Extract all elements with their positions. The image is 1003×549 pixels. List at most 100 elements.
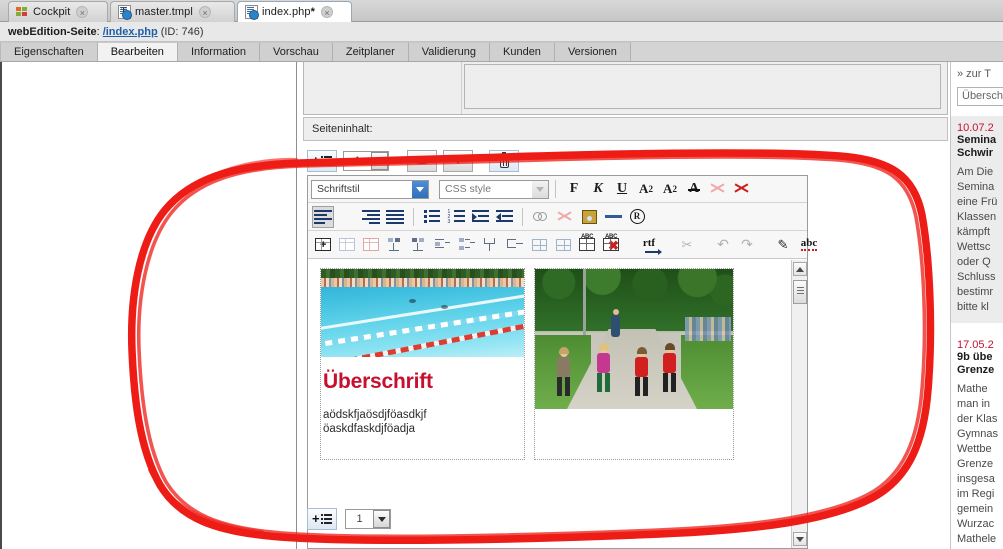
registered-icon: R [629,209,645,224]
chevron-down-icon[interactable] [532,180,548,198]
underline-button[interactable]: U [611,178,633,200]
delete-table-button[interactable]: ABC ✖ [600,234,622,256]
tab-versionen[interactable]: Versionen [554,42,631,61]
table-properties-button[interactable] [336,234,358,256]
tab-eigenschaften[interactable]: Eigenschaften [0,42,98,61]
add-list-icon: + [312,512,332,525]
redo-icon: ↷ [741,236,753,253]
edit-source-button[interactable]: ✎ [772,234,794,256]
chevron-down-icon [796,536,804,542]
tab-validierung[interactable]: Validierung [408,42,490,61]
delete-block-button[interactable] [489,150,519,172]
block-toolbar-top: + 1 [307,147,807,175]
insert-row-above-button[interactable] [384,234,406,256]
toolbar-divider [522,207,523,226]
insert-column-left-button[interactable] [432,234,454,256]
insert-link-button[interactable] [530,206,552,228]
split-cell-button[interactable] [504,234,526,256]
close-icon[interactable]: × [321,6,333,18]
superscript-button[interactable]: A2 [659,178,681,200]
split-cell-icon [507,238,523,251]
editor-vertical-scrollbar[interactable] [791,260,807,548]
tab-vorschau[interactable]: Vorschau [259,42,333,61]
page-path-link[interactable]: /index.php [103,26,158,38]
app-tab-cockpit[interactable]: Cockpit × [8,1,108,22]
special-character-button[interactable]: R [626,206,648,228]
insert-row-below-button[interactable] [408,234,430,256]
block-count-select-bottom[interactable]: 1 [345,509,391,529]
move-block-up-button[interactable] [407,150,437,172]
insert-table-grid-button[interactable] [528,234,550,256]
italic-button[interactable]: K [587,178,609,200]
insert-table-button[interactable]: + [312,234,334,256]
horizontal-rule-button[interactable] [602,206,624,228]
chevron-down-icon[interactable] [412,180,428,198]
app-tab-master-tmpl[interactable]: T master.tmpl × [110,1,235,22]
remove-link-button[interactable] [554,206,576,228]
subscript-digit: 2 [648,184,653,194]
tab-bearbeiten[interactable]: Bearbeiten [97,42,178,61]
scrollbar-thumb[interactable] [793,280,807,304]
font-style-select[interactable]: Schriftstil [311,179,429,199]
editor-cell-right[interactable] [534,268,734,460]
numbered-list-button[interactable]: 123 [445,206,467,228]
align-left-button[interactable] [312,205,334,228]
rtf-paste-button[interactable]: rtf [636,234,662,256]
page-header-label: webEdition-Seite [8,25,97,38]
news-body: Am Die Semina eine Frü Klassen kämpft We… [957,165,1003,315]
align-center-button[interactable] [336,206,654,286]
news-body: Mathe man in der Klas Gymnas Wettbe Gren… [957,382,1003,547]
news-body-line: im Regi [957,488,995,500]
editor-toolbar-row-format: Schriftstil CSS style F K U A2 A2 A [308,176,807,203]
bold-button[interactable]: F [563,178,585,200]
chevron-down-icon[interactable] [371,152,388,170]
insert-image-button[interactable] [578,206,600,228]
cell-properties-icon [363,238,379,251]
app-tab-index-php[interactable]: index.php* × [237,1,352,22]
tab-information[interactable]: Information [177,42,260,61]
redo-button[interactable]: ↷ [736,234,758,256]
preview-top-link[interactable]: » zur T [951,62,1003,80]
insert-column-right-button[interactable] [456,234,478,256]
textarea-field[interactable] [464,64,941,109]
preview-search-field[interactable]: Übersch [957,87,1003,106]
close-icon[interactable]: × [76,6,89,18]
close-icon[interactable]: × [198,6,211,18]
news-item[interactable]: 10.07.2 Semina Schwir Am Die Semina eine… [951,116,1003,323]
news-title-line: 9b übe [957,351,993,363]
indent-decrease-button[interactable] [493,206,515,228]
bullet-list-button[interactable] [421,206,443,228]
merge-cells-button[interactable] [480,234,502,256]
align-justify-button[interactable] [384,206,406,228]
subscript-button[interactable]: A2 [635,178,657,200]
align-right-button[interactable] [360,206,382,228]
css-style-select[interactable]: CSS style [439,179,549,199]
table-text-button[interactable]: ABC [576,234,598,256]
delete-table-grid-button[interactable] [552,234,574,256]
news-body-line: bitte kl [957,301,989,313]
clear-styles-button[interactable] [731,178,753,200]
chevron-down-icon[interactable] [373,510,390,528]
add-block-button-bottom[interactable]: + [307,508,337,530]
rtf-icon: rtf [643,237,662,255]
cut-button[interactable]: ✂ [676,234,698,256]
move-block-down-button[interactable] [443,150,473,172]
block-count-select[interactable]: 1 [343,151,389,171]
editor-cell-left[interactable]: Überschrift aödskfjaösdjföasdkjf öaskdfa… [320,268,525,460]
strikethrough-button[interactable]: A [683,178,705,200]
tab-kunden[interactable]: Kunden [490,42,555,61]
remove-format-button[interactable] [707,178,729,200]
pool-photo [321,269,524,357]
cell-properties-button[interactable] [360,234,382,256]
news-date: 10.07.2 [957,122,994,134]
scroll-down-button[interactable] [793,532,807,546]
undo-button[interactable]: ↶ [712,234,734,256]
news-item[interactable]: 17.05.2 9b übe Grenze Mathe man in der K… [951,333,1003,549]
add-block-button[interactable]: + [307,150,337,172]
indent-increase-button[interactable] [469,206,491,228]
spellcheck-button[interactable]: abc [796,234,822,256]
news-body-line: gemein [957,503,994,515]
scroll-up-button[interactable] [793,262,807,276]
news-body-line: Mathele [957,533,997,545]
tab-zeitplaner[interactable]: Zeitplaner [332,42,409,61]
